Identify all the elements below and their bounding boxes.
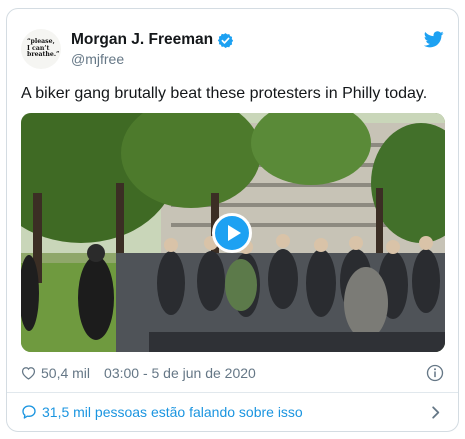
play-icon [227, 225, 241, 241]
tweet-header: “please, I can’t breathe.” Morgan J. Fre… [21, 27, 444, 73]
tweet-timestamp[interactable]: 03:00 - 5 de jun de 2020 [104, 365, 256, 381]
author-names: Morgan J. Freeman @mjfree [71, 31, 234, 67]
author-handle[interactable]: @mjfree [71, 51, 234, 67]
speech-bubble-icon [22, 405, 36, 419]
tweet-text: A biker gang brutally beat these protest… [21, 85, 428, 102]
verified-badge-icon [217, 32, 234, 48]
divider [7, 392, 458, 393]
tweet-card[interactable]: “please, I can’t breathe.” Morgan J. Fre… [6, 8, 459, 432]
avatar-text-line: breathe.” [27, 51, 60, 59]
tweet-meta: 50,4 mil 03:00 - 5 de jun de 2020 [21, 363, 444, 383]
chevron-right-icon [432, 406, 440, 419]
video-player[interactable] [21, 113, 445, 352]
heart-icon[interactable] [21, 366, 36, 380]
conversation-label: 31,5 mil pessoas estão falando sobre iss… [42, 404, 303, 420]
author-display-name[interactable]: Morgan J. Freeman [71, 31, 213, 49]
conversation-link[interactable]: 31,5 mil pessoas estão falando sobre iss… [21, 400, 444, 424]
play-button[interactable] [212, 213, 252, 253]
info-icon[interactable] [426, 364, 444, 382]
like-count[interactable]: 50,4 mil [41, 365, 90, 381]
twitter-bird-icon[interactable] [424, 31, 444, 48]
avatar[interactable]: “please, I can’t breathe.” [21, 29, 61, 69]
